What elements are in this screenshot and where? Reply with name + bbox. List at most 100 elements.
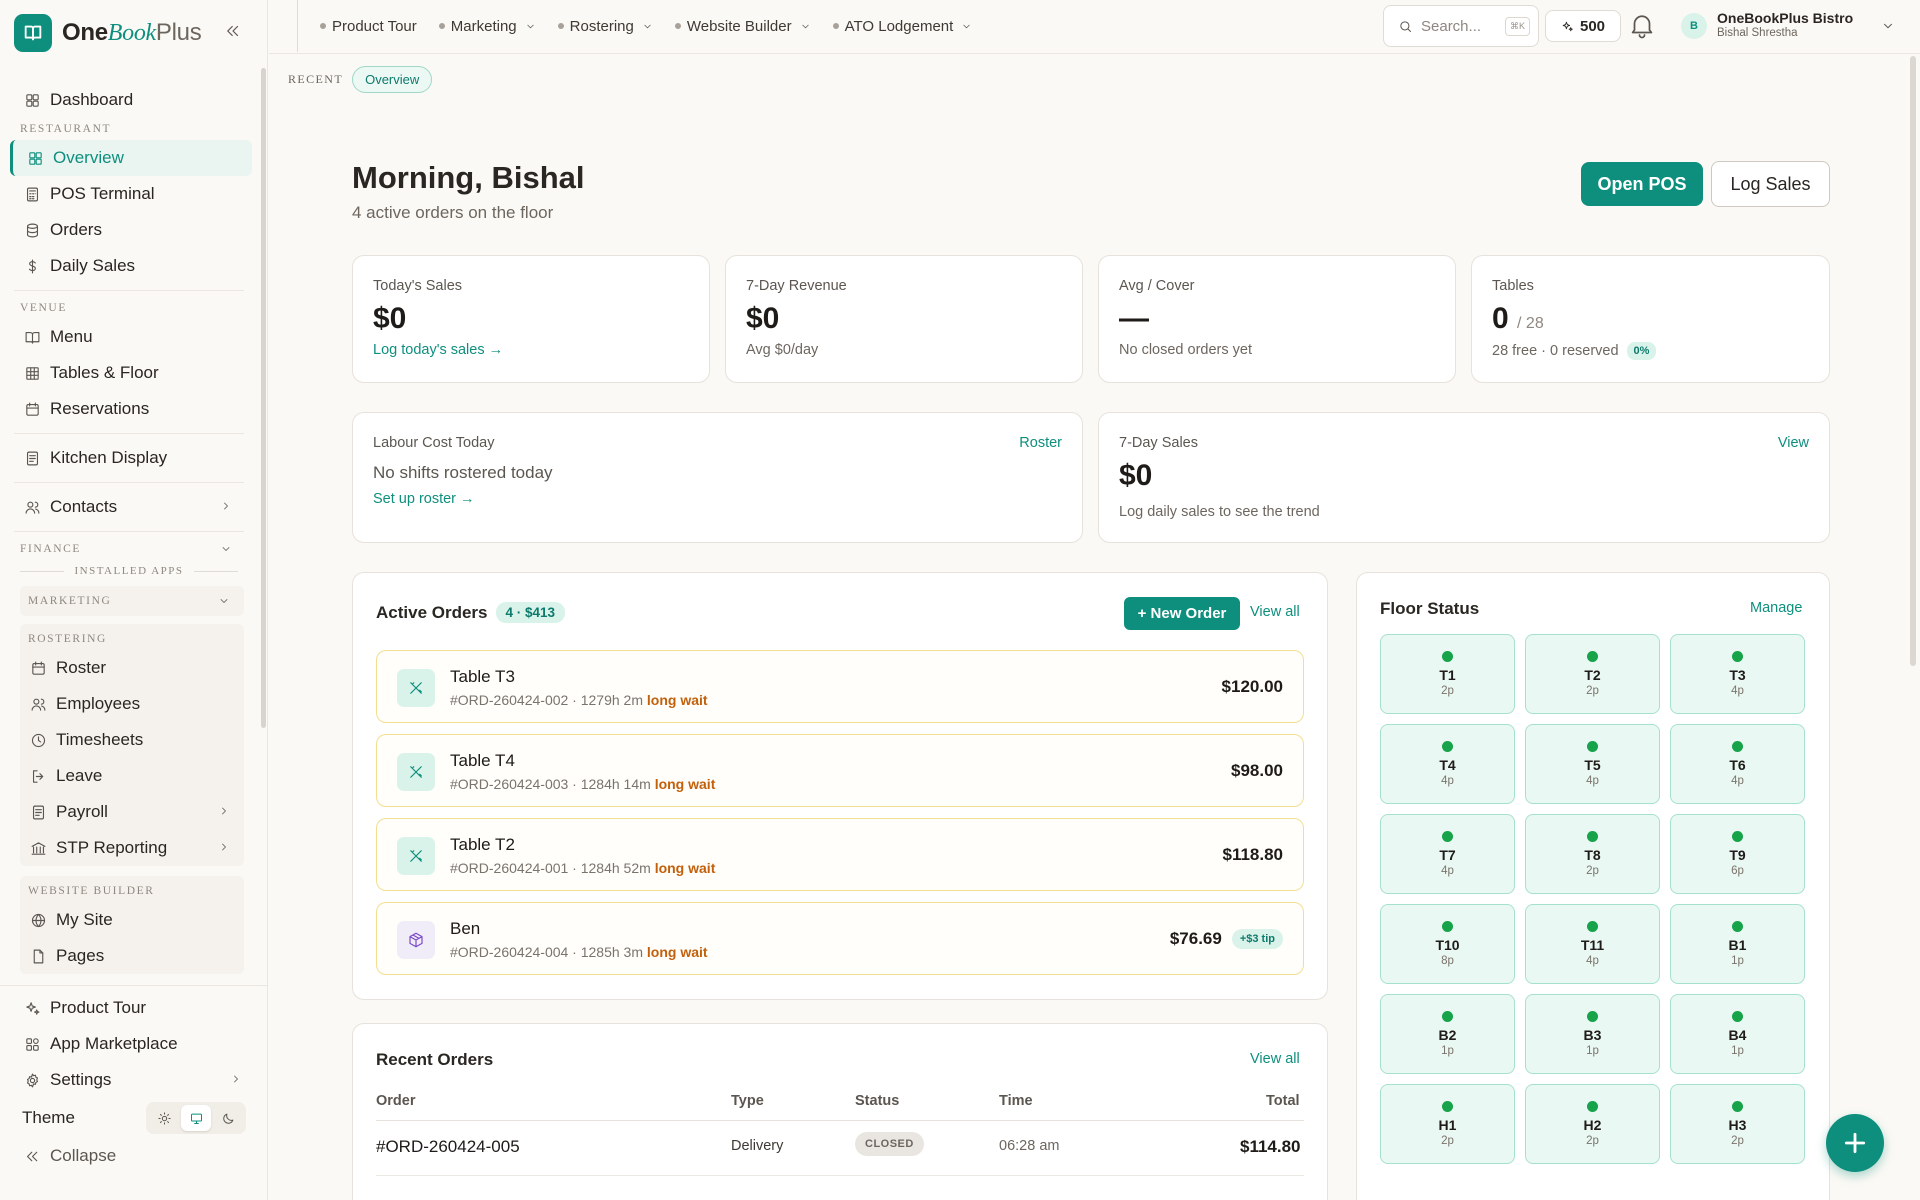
set-up-roster-link[interactable]: Set up roster → xyxy=(373,491,475,507)
floor-table-tile[interactable]: T8 2p xyxy=(1525,814,1660,894)
topnav-ato-lodgement[interactable]: ATO Lodgement xyxy=(832,18,973,35)
sidebar-item-product-tour[interactable]: Product Tour xyxy=(0,990,268,1026)
brand-logo[interactable]: OneBookPlus xyxy=(14,14,202,52)
table-grid-icon xyxy=(26,366,39,380)
sidebar-item-settings[interactable]: Settings xyxy=(0,1062,268,1098)
sidebar-item-overview[interactable]: Overview xyxy=(10,140,252,176)
table-name: H3 xyxy=(1728,1117,1747,1133)
floor-table-tile[interactable]: T4 4p xyxy=(1380,724,1515,804)
table-capacity: 1p xyxy=(1731,1045,1744,1057)
table-capacity: 2p xyxy=(1586,685,1599,697)
sidebar-item-app-marketplace[interactable]: App Marketplace xyxy=(0,1026,268,1062)
floor-table-tile[interactable]: H3 2p xyxy=(1670,1084,1805,1164)
topnav-rostering[interactable]: Rostering xyxy=(557,18,653,35)
sidebar-item-my-site[interactable]: My Site xyxy=(20,902,244,938)
sidebar-item-dashboard[interactable]: Dashboard xyxy=(0,82,258,118)
search-input[interactable]: Search... ⌘K xyxy=(1383,5,1539,47)
chevron-right-icon xyxy=(222,843,226,851)
floor-table-tile[interactable]: T1 2p xyxy=(1380,634,1515,714)
view-sales-link[interactable]: View xyxy=(1778,435,1809,451)
credits-button[interactable]: 500 xyxy=(1545,10,1621,42)
sidebar: OneBookPlus Dashboard RESTAURANT Overvie… xyxy=(0,0,268,1200)
add-fab-button[interactable] xyxy=(1826,1114,1884,1172)
sidebar-item-label: Tables & Floor xyxy=(50,363,159,382)
sparkles-icon xyxy=(26,1001,40,1015)
sidebar-item-timesheets[interactable]: Timesheets xyxy=(20,722,244,758)
log-todays-sales-link[interactable]: Log today's sales → xyxy=(373,342,503,358)
sidebar-item-label: STP Reporting xyxy=(56,838,168,857)
sidebar-item-stp-reporting[interactable]: STP Reporting xyxy=(20,830,244,866)
user-menu[interactable]: B OneBookPlus Bistro Bishal Shrestha xyxy=(1681,10,1895,41)
theme-light-button[interactable] xyxy=(149,1105,179,1131)
notifications-bell-icon[interactable] xyxy=(1627,10,1659,42)
kpi-subtext: 28 free · 0 reserved xyxy=(1492,343,1619,359)
divider xyxy=(14,482,244,483)
floor-table-tile[interactable]: T10 8p xyxy=(1380,904,1515,984)
recent-orders-view-all[interactable]: View all xyxy=(1250,1051,1300,1067)
sidebar-item-menu[interactable]: Menu xyxy=(0,319,258,355)
sidebar-item-pos-terminal[interactable]: POS Terminal xyxy=(0,176,258,212)
sidebar-item-employees[interactable]: Employees xyxy=(20,686,244,722)
floor-table-tile[interactable]: B2 1p xyxy=(1380,994,1515,1074)
clock-icon xyxy=(31,733,46,747)
sidebar-item-roster[interactable]: Roster xyxy=(20,650,244,686)
sidebar-item-pages[interactable]: Pages xyxy=(20,938,244,974)
manage-floor-link[interactable]: Manage xyxy=(1750,600,1802,616)
available-dot-icon xyxy=(1587,831,1598,842)
sidebar-item-contacts[interactable]: Contacts xyxy=(0,489,258,525)
floor-table-tile[interactable]: T9 6p xyxy=(1670,814,1805,894)
sidebar-collapse-button[interactable]: Collapse xyxy=(0,1138,268,1174)
floor-table-tile[interactable]: H1 2p xyxy=(1380,1084,1515,1164)
topnav-product-tour[interactable]: Product Tour xyxy=(320,18,417,35)
order-card[interactable]: Table T2 #ORD-260424-001 · 1284h 52m lon… xyxy=(376,818,1304,891)
floor-table-tile[interactable]: T11 4p xyxy=(1525,904,1660,984)
table-name: B4 xyxy=(1728,1027,1747,1043)
open-pos-button[interactable]: Open POS xyxy=(1581,162,1703,206)
topnav-website-builder[interactable]: Website Builder xyxy=(674,18,811,35)
section-marketing[interactable]: MARKETING xyxy=(20,586,244,616)
theme-dark-button[interactable] xyxy=(213,1105,243,1131)
sidebar-item-reservations[interactable]: Reservations xyxy=(0,391,258,427)
available-dot-icon xyxy=(1587,651,1598,662)
floor-table-tile[interactable]: B3 1p xyxy=(1525,994,1660,1074)
floor-table-tile[interactable]: B1 1p xyxy=(1670,904,1805,984)
sidebar-item-orders[interactable]: Orders xyxy=(0,212,258,248)
sidebar-item-payroll[interactable]: Payroll xyxy=(20,794,244,830)
installed-apps-label: INSTALLED APPS xyxy=(0,560,258,582)
sidebar-item-kitchen-display[interactable]: Kitchen Display xyxy=(0,440,258,476)
topnav-marketing[interactable]: Marketing xyxy=(438,18,536,35)
log-sales-button[interactable]: Log Sales xyxy=(1711,161,1830,207)
kpi-value: 0 / 28 xyxy=(1492,302,1544,335)
theme-system-button[interactable] xyxy=(181,1105,211,1131)
chevron-down-icon xyxy=(222,547,230,551)
sidebar-item-tables-floor[interactable]: Tables & Floor xyxy=(0,355,258,391)
page-subtitle: 4 active orders on the floor xyxy=(352,203,554,222)
floor-table-tile[interactable]: T6 4p xyxy=(1670,724,1805,804)
order-card[interactable]: Ben #ORD-260424-004 · 1285h 3m long wait… xyxy=(376,902,1304,975)
order-total: $98.00 xyxy=(1231,761,1283,780)
new-order-button[interactable]: + New Order xyxy=(1124,597,1240,630)
sidebar-item-daily-sales[interactable]: Daily Sales xyxy=(0,248,258,284)
roster-link[interactable]: Roster xyxy=(1019,435,1062,451)
order-card[interactable]: Table T4 #ORD-260424-003 · 1284h 14m lon… xyxy=(376,734,1304,807)
floor-table-tile[interactable]: T5 4p xyxy=(1525,724,1660,804)
floor-table-tile[interactable]: T2 2p xyxy=(1525,634,1660,714)
floor-table-tile[interactable]: T3 4p xyxy=(1670,634,1805,714)
long-wait-flag: long wait xyxy=(646,692,708,708)
floor-table-tile[interactable]: H2 2p xyxy=(1525,1084,1660,1164)
chevron-down-icon xyxy=(220,599,228,603)
sidebar-scrollbar[interactable] xyxy=(261,68,266,728)
page-scrollbar[interactable] xyxy=(1910,56,1916,666)
order-type: Delivery xyxy=(731,1138,784,1154)
active-orders-view-all[interactable]: View all xyxy=(1250,604,1300,620)
order-card[interactable]: Table T3 #ORD-260424-002 · 1279h 2m long… xyxy=(376,650,1304,723)
collapse-sidebar-icon[interactable] xyxy=(224,22,244,42)
floor-table-tile[interactable]: T7 4p xyxy=(1380,814,1515,894)
sidebar-item-label: Dashboard xyxy=(50,90,134,109)
sidebar-item-leave[interactable]: Leave xyxy=(20,758,244,794)
recent-chip-overview[interactable]: Overview xyxy=(352,66,433,93)
floor-table-tile[interactable]: B4 1p xyxy=(1670,994,1805,1074)
search-shortcut: ⌘K xyxy=(1504,16,1530,36)
section-finance[interactable]: FINANCE xyxy=(0,538,258,560)
table-name: T11 xyxy=(1580,937,1605,953)
